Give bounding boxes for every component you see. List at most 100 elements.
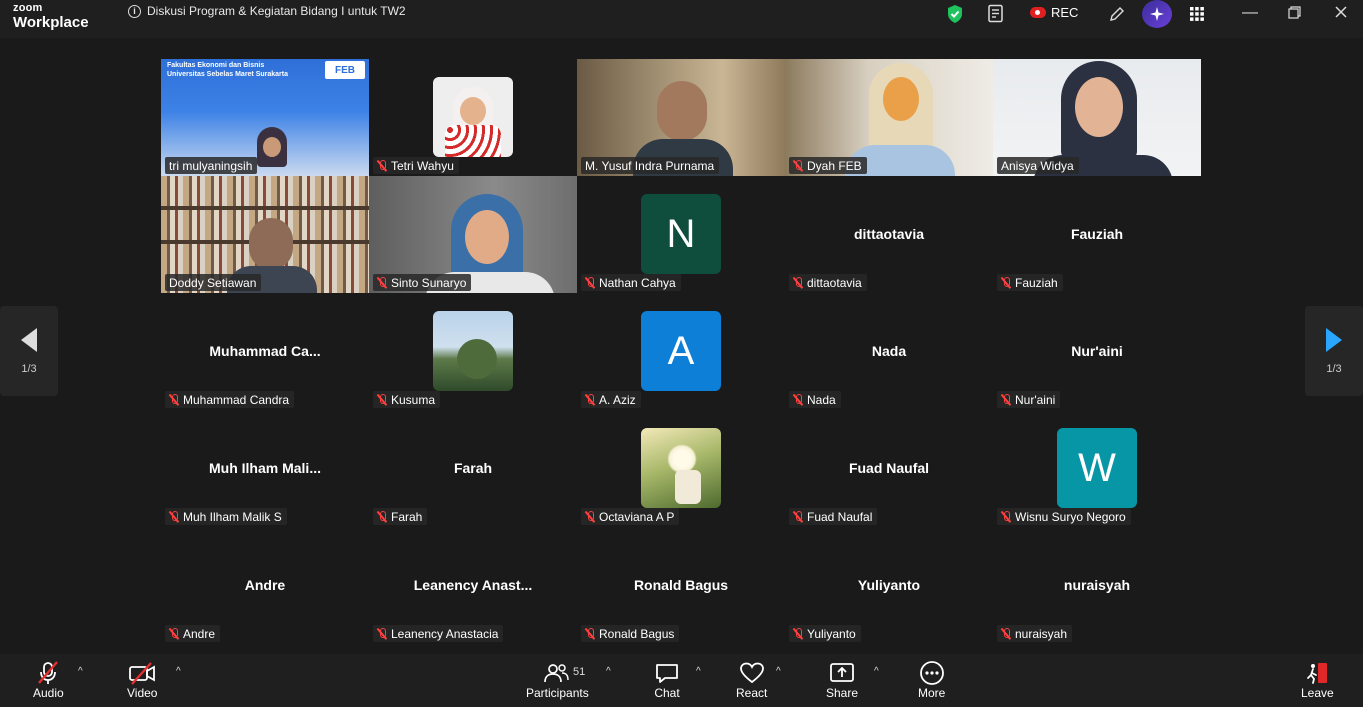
participant-profile-photo xyxy=(433,311,513,391)
annotate-pencil-icon[interactable] xyxy=(1108,3,1126,25)
participant-tile[interactable]: Muh Ilham Mali... Muh Ilham Malik S xyxy=(161,410,369,527)
participant-display-name: Fuad Naufal xyxy=(848,460,930,476)
participant-name-tag: Sinto Sunaryo xyxy=(373,274,472,291)
info-icon[interactable]: i xyxy=(128,4,141,18)
participant-tile[interactable]: Octaviana A P xyxy=(577,410,785,527)
mic-muted-icon xyxy=(793,159,803,172)
participant-tile[interactable]: Tetri Wahyu xyxy=(369,59,577,176)
page-indicator-left: 1/3 xyxy=(21,363,37,375)
meeting-toolbar: Audio ^ Video ^ Participants 51 ^ Chat ^… xyxy=(0,654,1363,707)
react-options-caret-icon[interactable]: ^ xyxy=(776,666,781,677)
participant-display-name: Ronald Bagus xyxy=(633,577,729,593)
participant-display-name: Muhammad Ca... xyxy=(209,343,321,359)
share-label: Share xyxy=(826,686,859,700)
mic-muted-icon xyxy=(377,393,387,406)
mic-muted-icon xyxy=(1001,627,1011,640)
apps-grid-icon[interactable] xyxy=(1189,3,1205,25)
participant-tile[interactable]: W Wisnu Suryo Negoro xyxy=(993,410,1201,527)
meeting-title: Diskusi Program & Kegiatan Bidang I untu… xyxy=(147,4,406,18)
rec-label: REC xyxy=(1051,5,1079,20)
more-dots-icon xyxy=(919,660,945,686)
participant-name-tag: Muhammad Candra xyxy=(165,391,295,408)
video-button[interactable]: Video xyxy=(127,660,157,700)
participant-tile[interactable]: Fakultas Ekonomi dan Bisnis Universitas … xyxy=(161,59,369,176)
participant-avatar: W xyxy=(1057,428,1137,508)
participant-display-name: Muh Ilham Mali... xyxy=(208,460,321,476)
participant-name-tag: Wisnu Suryo Negoro xyxy=(997,508,1131,525)
leave-door-icon xyxy=(1304,660,1330,686)
participant-name-tag: Doddy Setiawan xyxy=(165,274,262,291)
participant-tile[interactable]: dittaotavia dittaotavia xyxy=(785,176,993,293)
participant-tile[interactable]: Fauziah Fauziah xyxy=(993,176,1201,293)
mic-muted-icon xyxy=(1001,276,1011,289)
participant-profile-photo xyxy=(641,428,721,508)
next-page-button[interactable]: 1/3 xyxy=(1305,306,1363,396)
audio-button[interactable]: Audio xyxy=(33,660,64,700)
video-options-caret-icon[interactable]: ^ xyxy=(176,666,181,677)
participant-tile[interactable]: N Nathan Cahya xyxy=(577,176,785,293)
meeting-info[interactable]: i Diskusi Program & Kegiatan Bidang I un… xyxy=(128,4,406,18)
participants-options-caret-icon[interactable]: ^ xyxy=(606,666,611,677)
more-label: More xyxy=(918,686,946,700)
shield-icon[interactable] xyxy=(946,3,964,25)
more-button[interactable]: More xyxy=(918,660,945,700)
share-button[interactable]: Share xyxy=(826,660,858,700)
minimize-icon[interactable]: — xyxy=(1242,4,1258,22)
zoom-logo: zoom Workplace xyxy=(13,3,89,31)
participant-tile[interactable]: Muhammad Ca... Muhammad Candra xyxy=(161,293,369,410)
mic-muted-icon xyxy=(585,393,595,406)
chat-button[interactable]: Chat xyxy=(654,660,680,700)
recording-indicator[interactable]: REC xyxy=(1030,5,1078,20)
restore-icon[interactable] xyxy=(1288,6,1301,24)
participant-tile[interactable]: Nada Nada xyxy=(785,293,993,410)
participant-tile[interactable]: Sinto Sunaryo xyxy=(369,176,577,293)
audio-label: Audio xyxy=(33,686,64,700)
page-indicator-right: 1/3 xyxy=(1326,363,1342,375)
participant-name-tag: Fuad Naufal xyxy=(789,508,878,525)
participant-tile[interactable]: M. Yusuf Indra Purnama xyxy=(577,59,785,176)
participant-tile[interactable]: Leanency Anast... Leanency Anastacia xyxy=(369,527,577,644)
mic-muted-icon xyxy=(169,510,179,523)
participant-tile[interactable]: Dyah FEB xyxy=(785,59,993,176)
mic-muted-icon xyxy=(35,660,61,686)
participant-tile[interactable]: Nur'aini Nur'aini xyxy=(993,293,1201,410)
participant-tile[interactable]: Kusuma xyxy=(369,293,577,410)
mic-muted-icon xyxy=(377,627,387,640)
participant-name-tag: Nada xyxy=(789,391,841,408)
share-options-caret-icon[interactable]: ^ xyxy=(874,666,879,677)
participant-name-tag: Anisya Widya xyxy=(997,157,1079,174)
gallery-view: 1/3 1/3 Fakultas Ekonomi dan Bisnis Univ… xyxy=(0,38,1363,654)
participants-label: Participants xyxy=(526,686,589,700)
summary-doc-icon[interactable] xyxy=(987,3,1005,25)
mic-muted-icon xyxy=(377,276,387,289)
participant-tile[interactable]: Doddy Setiawan xyxy=(161,176,369,293)
participant-tile[interactable]: Farah Farah xyxy=(369,410,577,527)
chevron-right-icon xyxy=(1326,328,1342,352)
participant-tile[interactable]: Andre Andre xyxy=(161,527,369,644)
react-button[interactable]: React xyxy=(736,660,767,700)
participant-display-name: Leanency Anast... xyxy=(413,577,533,593)
participant-tile[interactable]: Ronald Bagus Ronald Bagus xyxy=(577,527,785,644)
participant-profile-photo xyxy=(433,77,513,157)
mic-muted-icon xyxy=(793,393,803,406)
participant-tile[interactable]: nuraisyah nuraisyah xyxy=(993,527,1201,644)
participants-icon xyxy=(542,660,572,686)
close-icon[interactable] xyxy=(1334,5,1348,24)
participant-count: 51 xyxy=(573,666,586,678)
mic-muted-icon xyxy=(585,510,595,523)
prev-page-button[interactable]: 1/3 xyxy=(0,306,58,396)
video-label: Video xyxy=(127,686,158,700)
mic-muted-icon xyxy=(1001,510,1011,523)
participant-tile-active-speaker[interactable]: Anisya Widya xyxy=(993,59,1201,176)
mic-muted-icon xyxy=(1001,393,1011,406)
participant-tile[interactable]: Yuliyanto Yuliyanto xyxy=(785,527,993,644)
chat-options-caret-icon[interactable]: ^ xyxy=(696,666,701,677)
audio-options-caret-icon[interactable]: ^ xyxy=(78,666,83,677)
leave-button[interactable]: Leave xyxy=(1301,660,1334,700)
participant-tile[interactable]: A A. Aziz xyxy=(577,293,785,410)
mic-muted-icon xyxy=(793,276,803,289)
leave-label: Leave xyxy=(1301,686,1334,700)
participant-tile[interactable]: Fuad Naufal Fuad Naufal xyxy=(785,410,993,527)
mic-muted-icon xyxy=(377,510,387,523)
ai-companion-button[interactable] xyxy=(1142,0,1172,28)
